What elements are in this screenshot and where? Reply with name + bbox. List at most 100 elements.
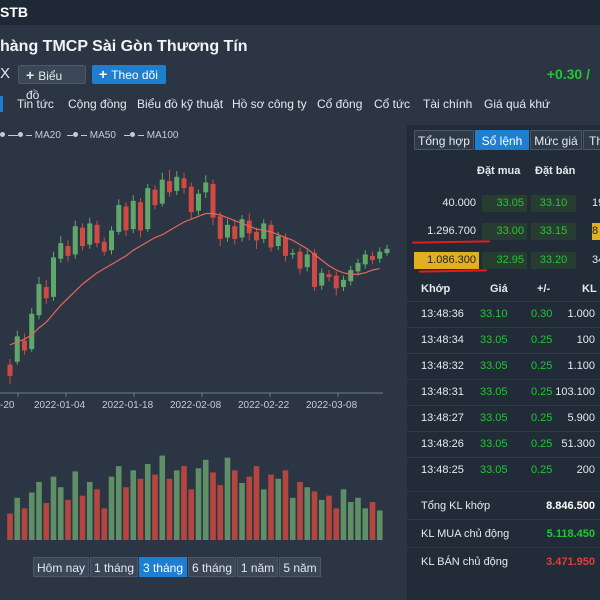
annotation-underline xyxy=(411,240,491,244)
candle-body xyxy=(319,272,325,286)
candle-body xyxy=(196,193,201,211)
period-6-months[interactable]: 6 tháng xyxy=(188,557,236,577)
match-price: 33.05 xyxy=(480,412,508,424)
header-bid: Đặt mua xyxy=(477,165,521,177)
volume-bar xyxy=(246,476,253,540)
match-row: 13:48:27 33.05 0.25 5.900 xyxy=(407,405,600,432)
match-volume: 100 xyxy=(576,334,595,346)
candle-body xyxy=(203,182,209,193)
candle-body xyxy=(254,231,259,241)
tab-more[interactable]: Th xyxy=(583,130,600,150)
volume-bar xyxy=(36,481,42,540)
match-volume: 200 xyxy=(576,464,595,476)
volume-bar xyxy=(268,474,274,540)
candle-body xyxy=(22,340,27,351)
summary-active-buy: KL MUA chủ động 5.118.450 xyxy=(407,519,600,548)
volume-bar xyxy=(369,502,376,540)
match-time: 13:48:31 xyxy=(421,386,464,398)
ask-volume: 8 xyxy=(592,223,600,240)
candle-body xyxy=(370,255,375,261)
bid-price: 33.00 xyxy=(482,223,527,240)
volume-bar xyxy=(217,485,224,540)
tab-financials[interactable]: Tài chính xyxy=(423,97,472,111)
volume-bar xyxy=(333,508,340,540)
match-change: 0.25 xyxy=(531,412,553,424)
x-tick-label: 2022-01-18 xyxy=(102,400,154,411)
period-1-month[interactable]: 1 tháng xyxy=(90,557,138,577)
tab-order-book[interactable]: Sổ lệnh xyxy=(475,130,529,150)
match-row: 13:48:34 33.05 0.25 100 xyxy=(407,327,600,354)
candle-body xyxy=(7,364,13,376)
candle-body xyxy=(377,251,383,259)
bid-price: 32.95 xyxy=(482,252,527,269)
tab-dividends[interactable]: Cổ tức xyxy=(374,97,410,111)
candle-body xyxy=(116,205,122,232)
candle-body xyxy=(283,237,288,256)
volume-bar xyxy=(50,476,57,540)
candle-body xyxy=(167,181,172,193)
period-5-years[interactable]: 5 năm xyxy=(279,557,321,577)
chart-button[interactable]: + Biểu đồ xyxy=(18,65,86,102)
match-time: 13:48:27 xyxy=(421,412,464,424)
plus-icon: + xyxy=(26,67,35,83)
tab-community[interactable]: Cộng đồng xyxy=(68,97,127,111)
tab-shareholders[interactable]: Cổ đông xyxy=(317,97,362,111)
price-chart[interactable]: -20 2022-01-04 2022-01-18 2022-02-08 2022-02… xyxy=(0,140,400,545)
volume-bar xyxy=(86,481,93,540)
ask-price: 33.15 xyxy=(531,223,576,240)
candle-body xyxy=(355,262,361,272)
x-tick-label: -20 xyxy=(0,400,15,411)
candle-body xyxy=(232,226,238,239)
candle-body xyxy=(123,206,129,231)
summary-value: 5.118.450 xyxy=(546,528,595,540)
match-volume: 1.000 xyxy=(567,308,595,320)
volume-bar xyxy=(275,478,282,540)
candle-body xyxy=(72,226,78,255)
nav-tabs: Tin tức Cộng đồng Biểu đồ kỹ thuật Hồ sơ… xyxy=(0,95,600,115)
period-1-year[interactable]: 1 năm xyxy=(237,557,278,577)
match-row: 13:48:36 33.10 0.30 1.000 xyxy=(407,301,600,328)
ask-volume: 34 xyxy=(592,254,600,266)
ask-volume: 19 xyxy=(592,197,600,209)
follow-button[interactable]: + Theo dõi xyxy=(92,65,166,84)
volume-bar xyxy=(108,476,115,540)
summary-value: 8.846.500 xyxy=(546,500,595,512)
annotation-underline xyxy=(418,269,488,273)
tab-company-profile[interactable]: Hồ sơ công ty xyxy=(232,97,307,111)
summary-label: Tổng KL khớp xyxy=(421,500,491,512)
match-time: 13:48:25 xyxy=(421,464,464,476)
volume-bar xyxy=(362,508,369,540)
candle-body xyxy=(188,186,194,213)
candle-body xyxy=(384,248,390,254)
volume-bar xyxy=(195,468,202,540)
tab-summary[interactable]: Tổng hợp xyxy=(414,130,474,150)
ticker-symbol: STB xyxy=(0,4,28,20)
match-price: 33.05 xyxy=(480,386,508,398)
tab-price-levels[interactable]: Mức giá xyxy=(530,130,582,150)
tab-price-history[interactable]: Giá quá khứ xyxy=(484,97,550,111)
match-change: 0.25 xyxy=(531,438,553,450)
volume-bar xyxy=(340,489,347,540)
volume-bar xyxy=(144,464,151,540)
volume-bar xyxy=(152,474,158,540)
tab-technical-chart[interactable]: Biểu đồ kỹ thuật xyxy=(137,97,223,111)
period-3-months[interactable]: 3 tháng xyxy=(139,557,187,577)
match-price: 33.05 xyxy=(480,360,508,372)
candle-body xyxy=(109,230,114,251)
match-volume: 1.100 xyxy=(567,360,595,372)
match-volume: 5.900 xyxy=(567,412,595,424)
header-match-price: Giá xyxy=(490,283,508,295)
match-price: 33.05 xyxy=(480,334,508,346)
match-change: 0.25 xyxy=(531,464,553,476)
tab-news[interactable]: Tin tức xyxy=(17,97,54,111)
summary-value: 3.471.950 xyxy=(546,556,595,568)
exchange-label: X xyxy=(0,65,11,82)
ma-line xyxy=(9,212,380,346)
header-ask: Đặt bán xyxy=(535,165,576,177)
volume-bar xyxy=(7,513,13,540)
period-today[interactable]: Hôm nay xyxy=(33,557,89,577)
match-row: 13:48:25 33.05 0.25 200 xyxy=(407,457,600,484)
candle-body xyxy=(181,178,187,189)
volume-bar xyxy=(282,470,289,540)
match-change: 0.25 xyxy=(531,386,553,398)
